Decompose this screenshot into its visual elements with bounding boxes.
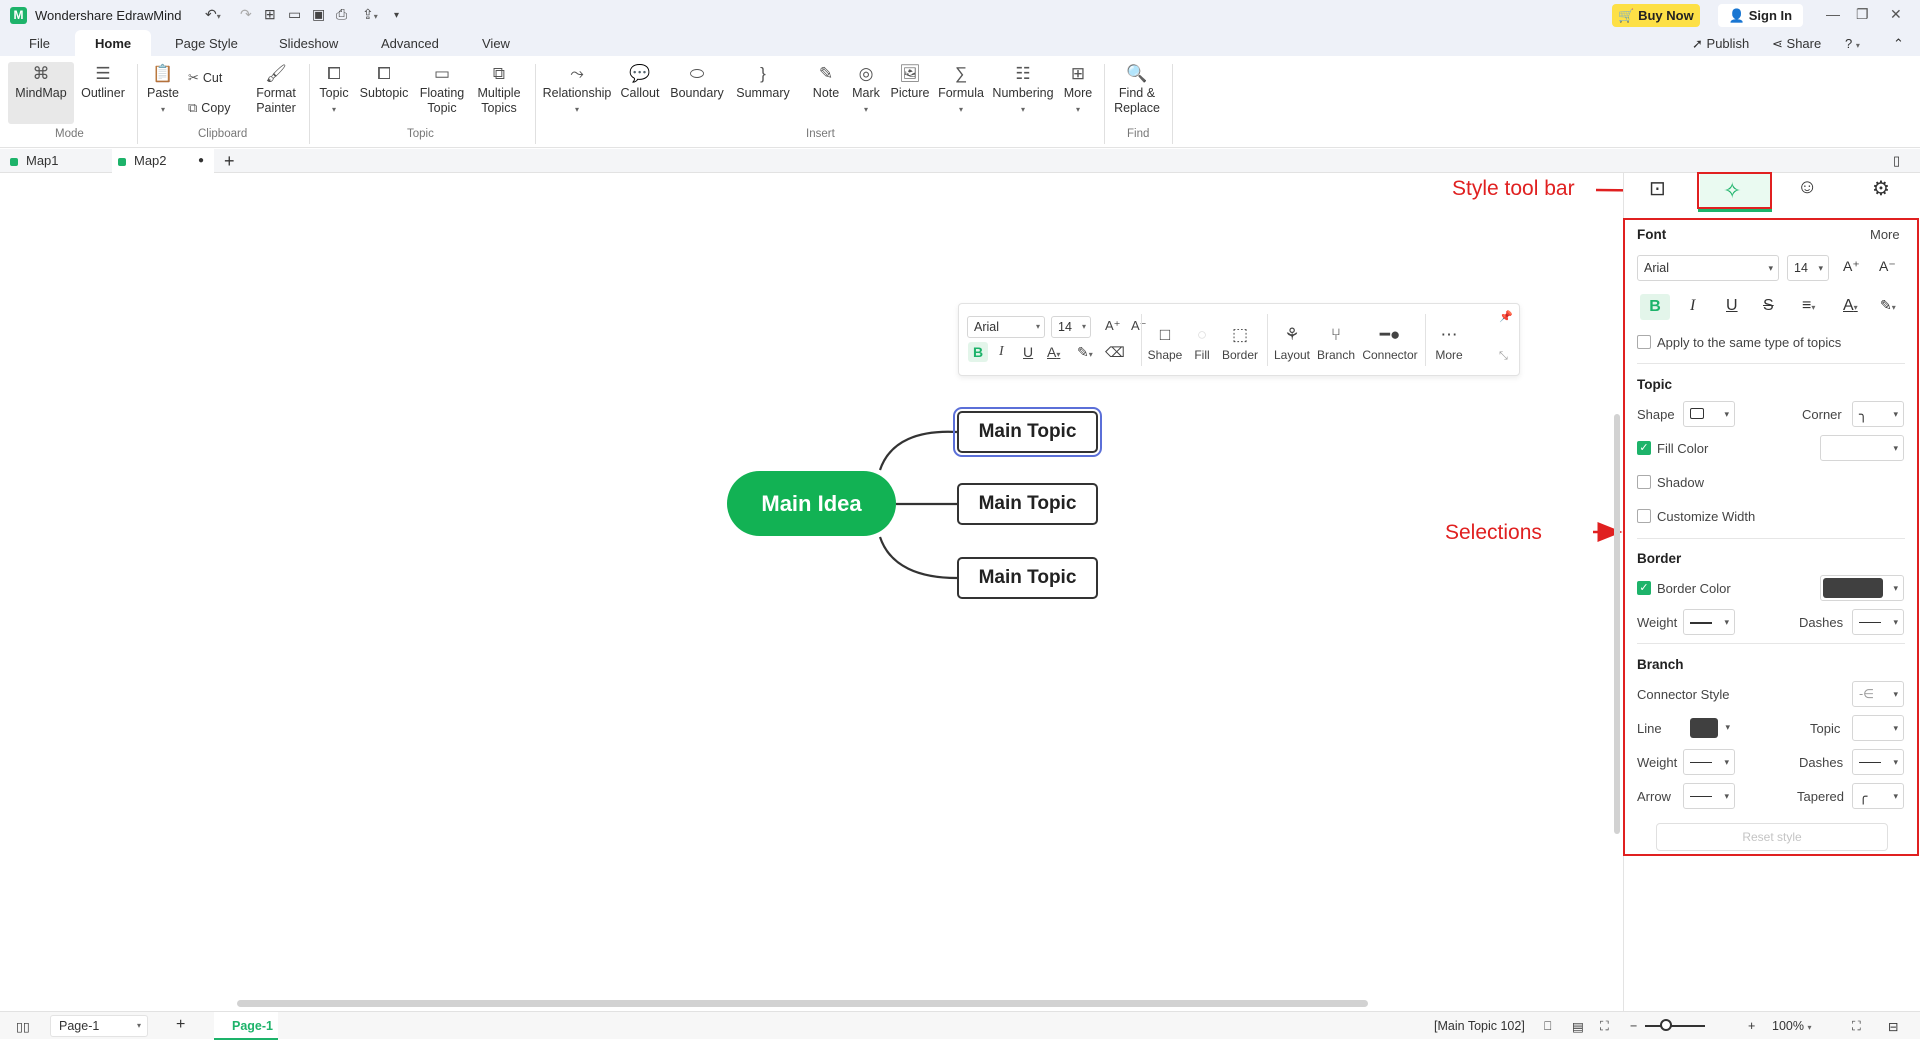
shape-preview-icon — [1690, 408, 1704, 419]
border-dashes-select[interactable]: ▾ — [1852, 609, 1904, 635]
border-color-checkbox[interactable]: ✓ — [1637, 581, 1651, 595]
active-tab-indicator — [1698, 209, 1772, 212]
increase-font-icon[interactable]: A⁺ — [1843, 258, 1860, 275]
fill-color-label: Fill Color — [1657, 441, 1709, 456]
decrease-font-icon[interactable]: A⁻ — [1879, 258, 1896, 275]
divider — [1637, 538, 1905, 539]
connector-style-preview-icon: -∈ — [1859, 687, 1875, 701]
tapered-preview-icon: ╭ — [1859, 788, 1868, 804]
fit-page-icon[interactable]: ⛶ — [1600, 1019, 1609, 1034]
page-tab-page-1[interactable]: Page-1 — [214, 1012, 278, 1040]
border-weight-select[interactable]: ▾ — [1683, 609, 1735, 635]
border-weight-label: Weight — [1637, 615, 1678, 630]
vertical-scrollbar[interactable] — [1614, 414, 1620, 834]
format-tab-icon[interactable]: ⊡ — [1649, 176, 1666, 201]
border-color-label: Border Color — [1657, 581, 1731, 596]
branch-topic-label: Topic — [1810, 721, 1841, 736]
page-select[interactable]: Page-1 ▾ — [50, 1015, 148, 1037]
connector-style-label: Connector Style — [1637, 687, 1730, 702]
corner-select[interactable]: ╮ ▾ — [1852, 401, 1904, 427]
panel-bold-icon[interactable]: B — [1640, 294, 1670, 320]
panel-highlight-icon[interactable]: ✎▾ — [1880, 297, 1896, 314]
branch-dashes-label: Dashes — [1799, 755, 1844, 770]
tapered-select[interactable]: ╭ ▾ — [1852, 783, 1904, 809]
dashes-preview-icon — [1859, 762, 1881, 764]
zoom-slider-track[interactable] — [1645, 1025, 1705, 1027]
horizontal-scrollbar[interactable] — [237, 1000, 1368, 1007]
branch-section-title: Branch — [1637, 657, 1684, 672]
branch-topic-select[interactable]: ▾ — [1852, 715, 1904, 741]
fill-color-checkbox[interactable]: ✓ — [1637, 441, 1651, 455]
panel-italic-icon[interactable]: I — [1690, 297, 1695, 315]
arrow-select[interactable]: ▾ — [1683, 783, 1735, 809]
font-section-title: Font — [1637, 227, 1667, 242]
border-dashes-label: Dashes — [1799, 615, 1844, 630]
zoom-slider-handle[interactable] — [1660, 1019, 1672, 1031]
branch-weight-label: Weight — [1637, 755, 1678, 770]
weight-preview-icon — [1690, 621, 1712, 624]
selection-info: [Main Topic 102] — [1434, 1019, 1525, 1033]
panel-font-color-icon[interactable]: A▾ — [1843, 297, 1858, 315]
tapered-label: Tapered — [1797, 789, 1844, 804]
zoom-out-icon[interactable]: − — [1630, 1019, 1637, 1033]
shape-label: Shape — [1637, 407, 1675, 422]
divider — [1637, 363, 1905, 364]
divider — [1637, 643, 1905, 644]
fill-color-select[interactable]: ▾ — [1820, 435, 1904, 461]
customize-width-checkbox[interactable] — [1637, 509, 1651, 523]
line-color-swatch — [1690, 718, 1718, 738]
branch-dashes-select[interactable]: ▾ — [1852, 749, 1904, 775]
connector-style-select[interactable]: -∈ ▾ — [1852, 681, 1904, 707]
fullscreen-icon[interactable]: ⛶ — [1852, 1019, 1861, 1034]
highlight-style-tab — [1697, 172, 1772, 209]
toggle-right-panel-icon[interactable]: ⊟ — [1888, 1019, 1898, 1034]
panel-align-icon[interactable]: ≡▾ — [1802, 297, 1815, 315]
shadow-label: Shadow — [1657, 475, 1704, 490]
settings-tab-icon[interactable]: ⚙ — [1872, 176, 1890, 201]
line-color-select[interactable]: ▾ — [1683, 715, 1735, 741]
branch-weight-select[interactable]: ▾ — [1683, 749, 1735, 775]
shape-select[interactable]: ▾ — [1683, 401, 1735, 427]
view-mode-icon[interactable]: ⎕ — [1544, 1019, 1552, 1034]
apply-same-label: Apply to the same type of topics — [1657, 335, 1842, 350]
line-label: Line — [1637, 721, 1662, 736]
font-more-link[interactable]: More — [1870, 227, 1900, 242]
panel-underline-icon[interactable]: U — [1726, 297, 1738, 315]
panel-size-select[interactable]: 14 ▾ — [1787, 255, 1829, 281]
shadow-checkbox[interactable] — [1637, 475, 1651, 489]
zoom-in-icon[interactable]: + — [1748, 1019, 1755, 1033]
sidebar-toggle-icon[interactable]: ▯▯ — [16, 1019, 30, 1034]
corner-label: Corner — [1802, 407, 1842, 422]
weight-preview-icon — [1690, 762, 1712, 764]
arrow-label: Arrow — [1637, 789, 1671, 804]
border-color-swatch — [1823, 578, 1883, 598]
corner-preview-icon: ╮ — [1859, 406, 1868, 422]
outline-view-icon[interactable]: ▤ — [1572, 1019, 1584, 1034]
customize-width-label: Customize Width — [1657, 509, 1756, 524]
panel-strikethrough-icon[interactable]: S — [1763, 297, 1774, 315]
border-section-title: Border — [1637, 551, 1682, 566]
apply-same-checkbox[interactable] — [1637, 335, 1651, 349]
border-color-select[interactable]: ▾ — [1820, 575, 1904, 601]
dashes-preview-icon — [1859, 622, 1881, 624]
mark-tab-icon[interactable]: ☺ — [1797, 176, 1817, 199]
add-page-icon[interactable]: + — [176, 1016, 185, 1034]
topic-section-title: Topic — [1637, 377, 1672, 392]
arrow-preview-icon — [1690, 796, 1712, 798]
status-bar: ▯▯ Page-1 ▾ + Page-1 [Main Topic 102] ⎕ ▤… — [0, 1011, 1920, 1040]
panel-font-select[interactable]: Arial ▾ — [1637, 255, 1779, 281]
reset-style-button[interactable]: Reset style — [1656, 823, 1888, 851]
zoom-level[interactable]: 100% ▾ — [1772, 1019, 1811, 1033]
